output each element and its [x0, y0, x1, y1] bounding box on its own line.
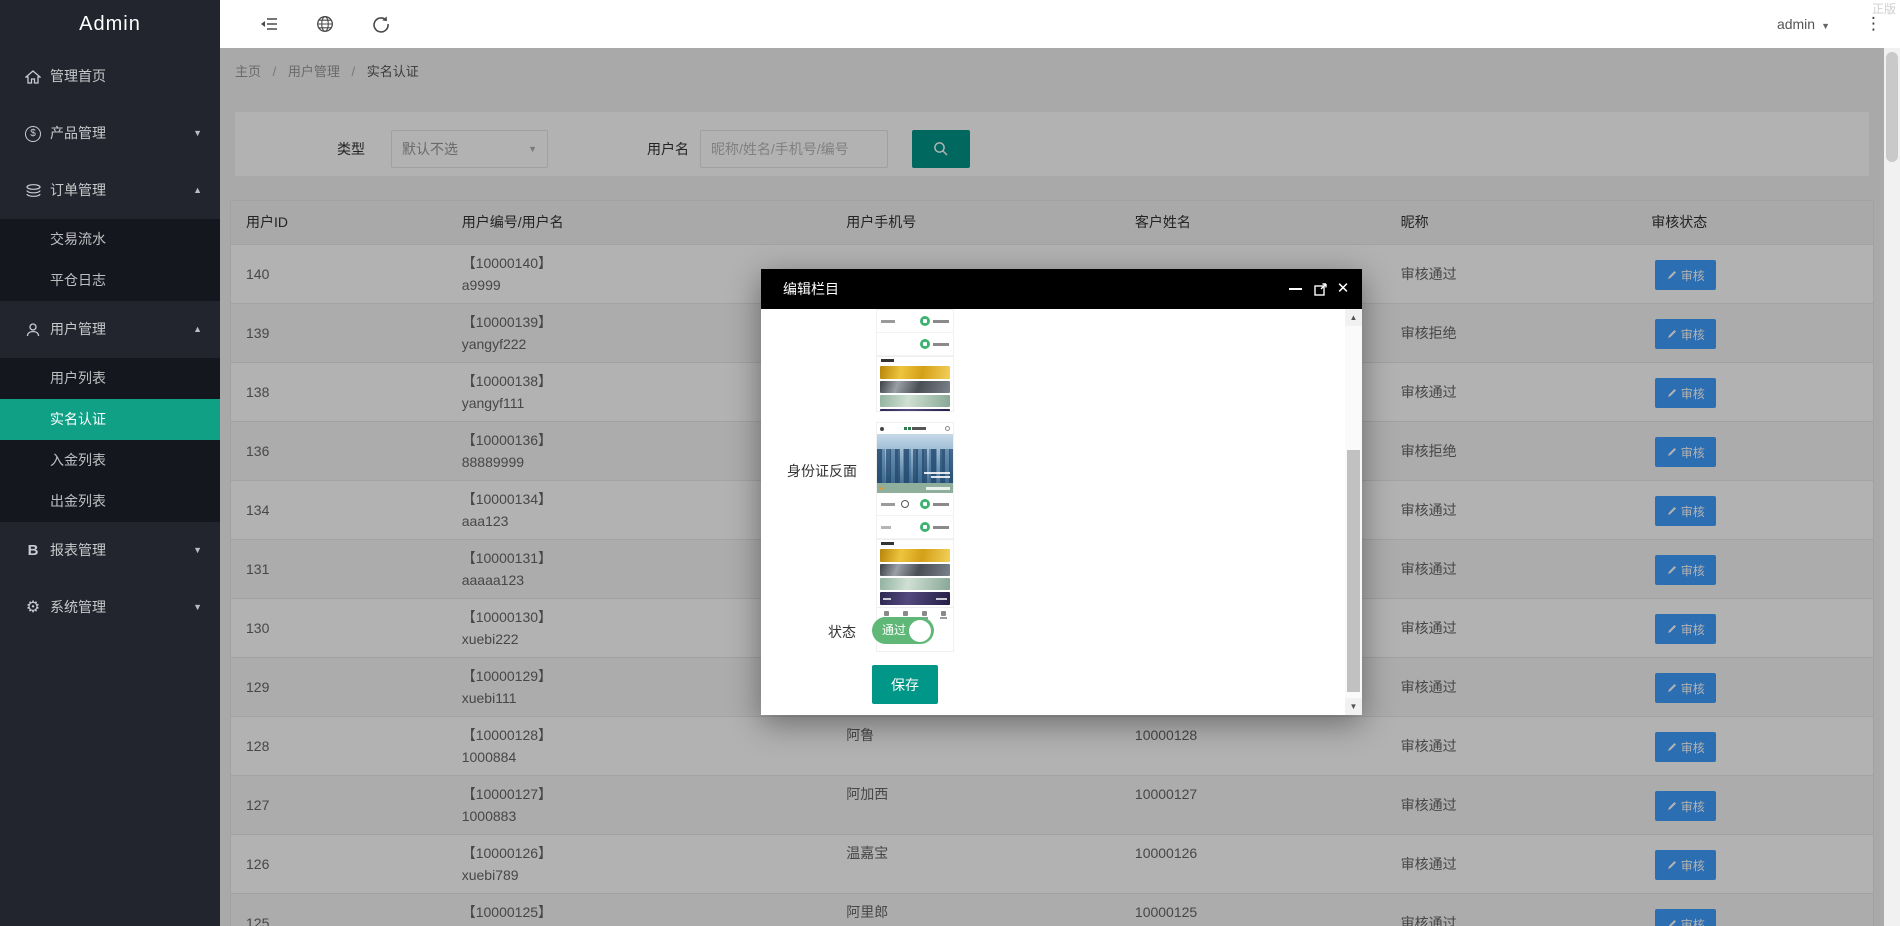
users-submenu: 用户列表 实名认证 入金列表 出金列表 — [0, 358, 220, 522]
watermark-text: 正版 — [1871, 2, 1896, 16]
idcard-back-label: 身份证反面 — [787, 463, 857, 479]
scroll-down-icon[interactable]: ▼ — [1345, 698, 1362, 715]
status-label: 状态 — [828, 624, 856, 640]
toggle-on-label: 通过 — [882, 623, 907, 637]
app-title: Admin — [79, 13, 141, 35]
page-scrollbar[interactable] — [1884, 48, 1900, 926]
admin-username: admin — [1776, 16, 1816, 32]
chevron-down-icon: ▼ — [193, 602, 202, 612]
user-icon — [24, 321, 42, 339]
dialog-scrollbar-thumb[interactable] — [1347, 450, 1360, 692]
chevron-down-icon: ▼ — [1821, 21, 1830, 31]
phone-menu-dot — [880, 426, 884, 431]
page-scrollbar-thumb[interactable] — [1886, 52, 1898, 162]
scroll-up-icon[interactable]: ▲ — [1345, 309, 1362, 326]
refresh-icon[interactable] — [370, 13, 392, 35]
topbar: admin ▼ ⋮ 正版 — [220, 0, 1900, 48]
layers-icon — [24, 182, 42, 200]
dialog-titlebar[interactable]: 编辑栏目 ✕ — [761, 269, 1362, 309]
more-options-icon[interactable]: ⋮ — [1865, 14, 1882, 34]
dialog-scrollbar[interactable]: ▲ ▼ — [1345, 309, 1362, 715]
sidebar-item-label: 管理首页 — [50, 68, 106, 84]
chevron-up-icon: ▲ — [193, 185, 202, 195]
sidebar-item-withdraw-list[interactable]: 出金列表 — [0, 481, 220, 522]
orders-submenu: 交易流水 平仓日志 — [0, 219, 220, 301]
sidebar-item-products[interactable]: $ 产品管理 ▼ — [0, 105, 220, 162]
chevron-up-icon: ▲ — [193, 324, 202, 334]
chevron-down-icon: ▼ — [193, 128, 202, 138]
sidebar-item-label: 产品管理 — [50, 125, 106, 141]
dialog-title: 编辑栏目 — [783, 281, 839, 297]
website-globe-icon[interactable] — [314, 13, 336, 35]
save-button[interactable]: 保存 — [872, 665, 938, 704]
edit-dialog: 编辑栏目 ✕ 身份证反面 状态 通过 保存 ▲ ▼ — [761, 269, 1362, 715]
maximize-icon[interactable] — [1309, 269, 1331, 309]
home-icon — [24, 68, 42, 86]
sidebar-item-orders[interactable]: 订单管理 ▲ — [0, 162, 220, 219]
dollar-icon: $ — [24, 125, 42, 143]
sidebar-item-dashboard[interactable]: 管理首页 — [0, 48, 220, 105]
gear-icon: ⚙ — [25, 598, 41, 616]
sidebar-item-reports[interactable]: B 报表管理 ▼ — [0, 522, 220, 579]
sidebar-item-label: 报表管理 — [50, 542, 106, 558]
sidebar: Admin 管理首页 $ 产品管理 ▼ 订单管理 ▲ 交易流水 平仓日志 用户管… — [0, 0, 220, 926]
sidebar-item-users[interactable]: 用户管理 ▲ — [0, 301, 220, 358]
chevron-down-icon: ▼ — [193, 545, 202, 555]
city-skyline-photo — [877, 434, 953, 483]
admin-user-menu[interactable]: admin ▼ — [1777, 0, 1830, 48]
sidebar-item-realname-verify[interactable]: 实名认证 — [0, 399, 220, 440]
close-icon[interactable]: ✕ — [1332, 269, 1354, 309]
sidebar-item-close-log[interactable]: 平仓日志 — [0, 260, 220, 301]
dialog-body: 身份证反面 状态 通过 保存 ▲ ▼ — [761, 309, 1362, 715]
collapse-sidebar-icon[interactable] — [258, 13, 280, 35]
sidebar-item-system[interactable]: ⚙ 系统管理 ▼ — [0, 579, 220, 636]
phone-search-icon — [945, 426, 950, 431]
toggle-knob — [909, 619, 931, 642]
sidebar-item-label: 订单管理 — [50, 182, 106, 198]
sidebar-item-label: 用户管理 — [50, 321, 106, 337]
sidebar-item-deposit-list[interactable]: 入金列表 — [0, 440, 220, 481]
minimize-icon[interactable] — [1284, 269, 1306, 309]
sidebar-item-trade-flow[interactable]: 交易流水 — [0, 219, 220, 260]
status-toggle[interactable]: 通过 — [872, 617, 934, 644]
idcard-front-image[interactable] — [876, 309, 954, 412]
sidebar-item-label: 系统管理 — [50, 599, 106, 615]
sidebar-item-user-list[interactable]: 用户列表 — [0, 358, 220, 399]
report-b-icon: B — [27, 542, 39, 559]
